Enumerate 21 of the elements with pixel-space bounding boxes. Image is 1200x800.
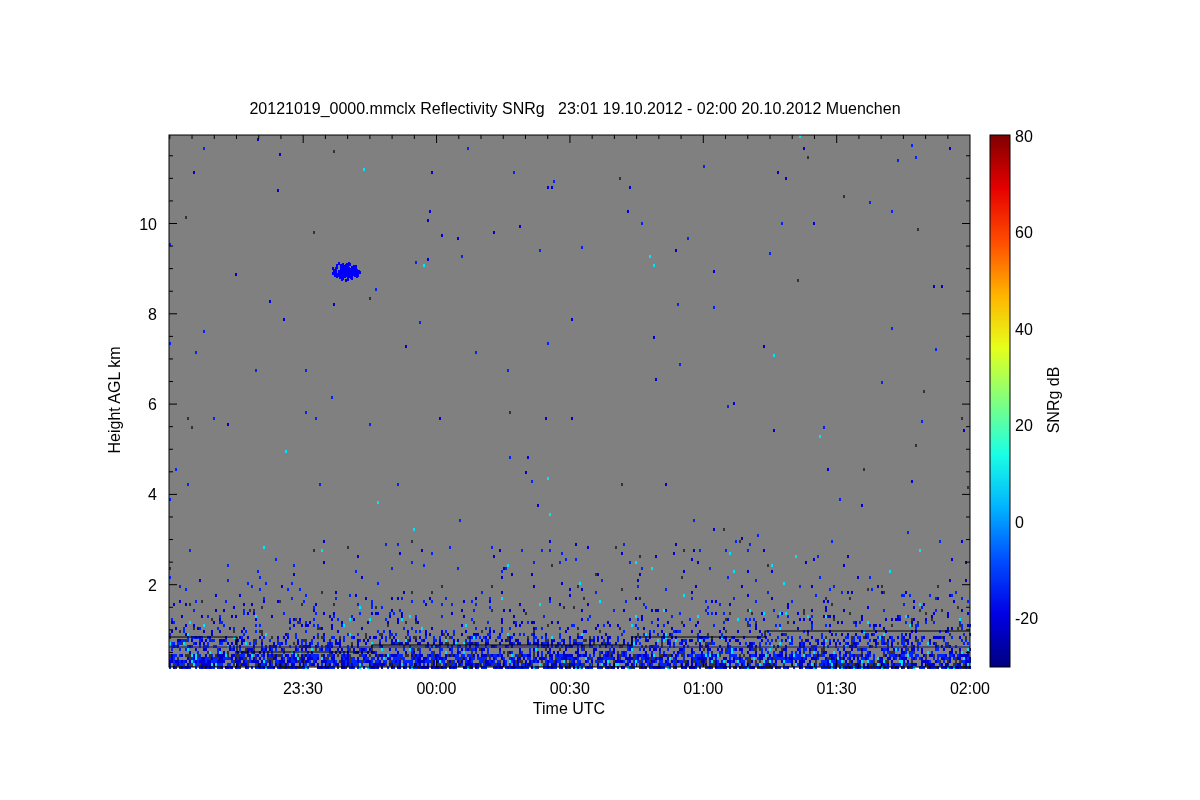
x-tick-label: 01:30 — [816, 680, 857, 697]
colorbar-tick-label: 40 — [1015, 320, 1033, 338]
colorbar-tick-label: 0 — [1015, 513, 1024, 531]
y-tick-label: 6 — [148, 396, 157, 414]
x-tick-label: 23:30 — [283, 680, 323, 697]
y-tick-label: 4 — [148, 486, 157, 504]
x-tick-label: 00:00 — [416, 680, 457, 697]
y-tick-label: 10 — [139, 215, 157, 233]
colorbar-tick-label: 60 — [1015, 224, 1033, 241]
y-tick-label: 2 — [148, 576, 157, 594]
x-tick-label: 02:00 — [950, 680, 990, 697]
colorbar-tick-label: -20 — [1015, 610, 1039, 627]
y-tick-label: 8 — [148, 305, 157, 323]
colorbar-label: SNRg dB — [1045, 366, 1062, 434]
x-tick-label: 01:00 — [683, 680, 724, 697]
chart-title: 20121019_0000.mmclx Reflectivity SNRg 23:01 19.10.2012 - 02:00 20.10.2012 Muenchen — [249, 100, 901, 117]
y-axis-label: Height AGL km — [106, 346, 123, 454]
x-tick-label: 00:30 — [549, 680, 590, 697]
colorbar-tick-label: 80 — [1015, 127, 1033, 145]
x-axis-label: Time UTC — [532, 700, 606, 717]
colorbar-tick-label: 20 — [1015, 417, 1033, 434]
